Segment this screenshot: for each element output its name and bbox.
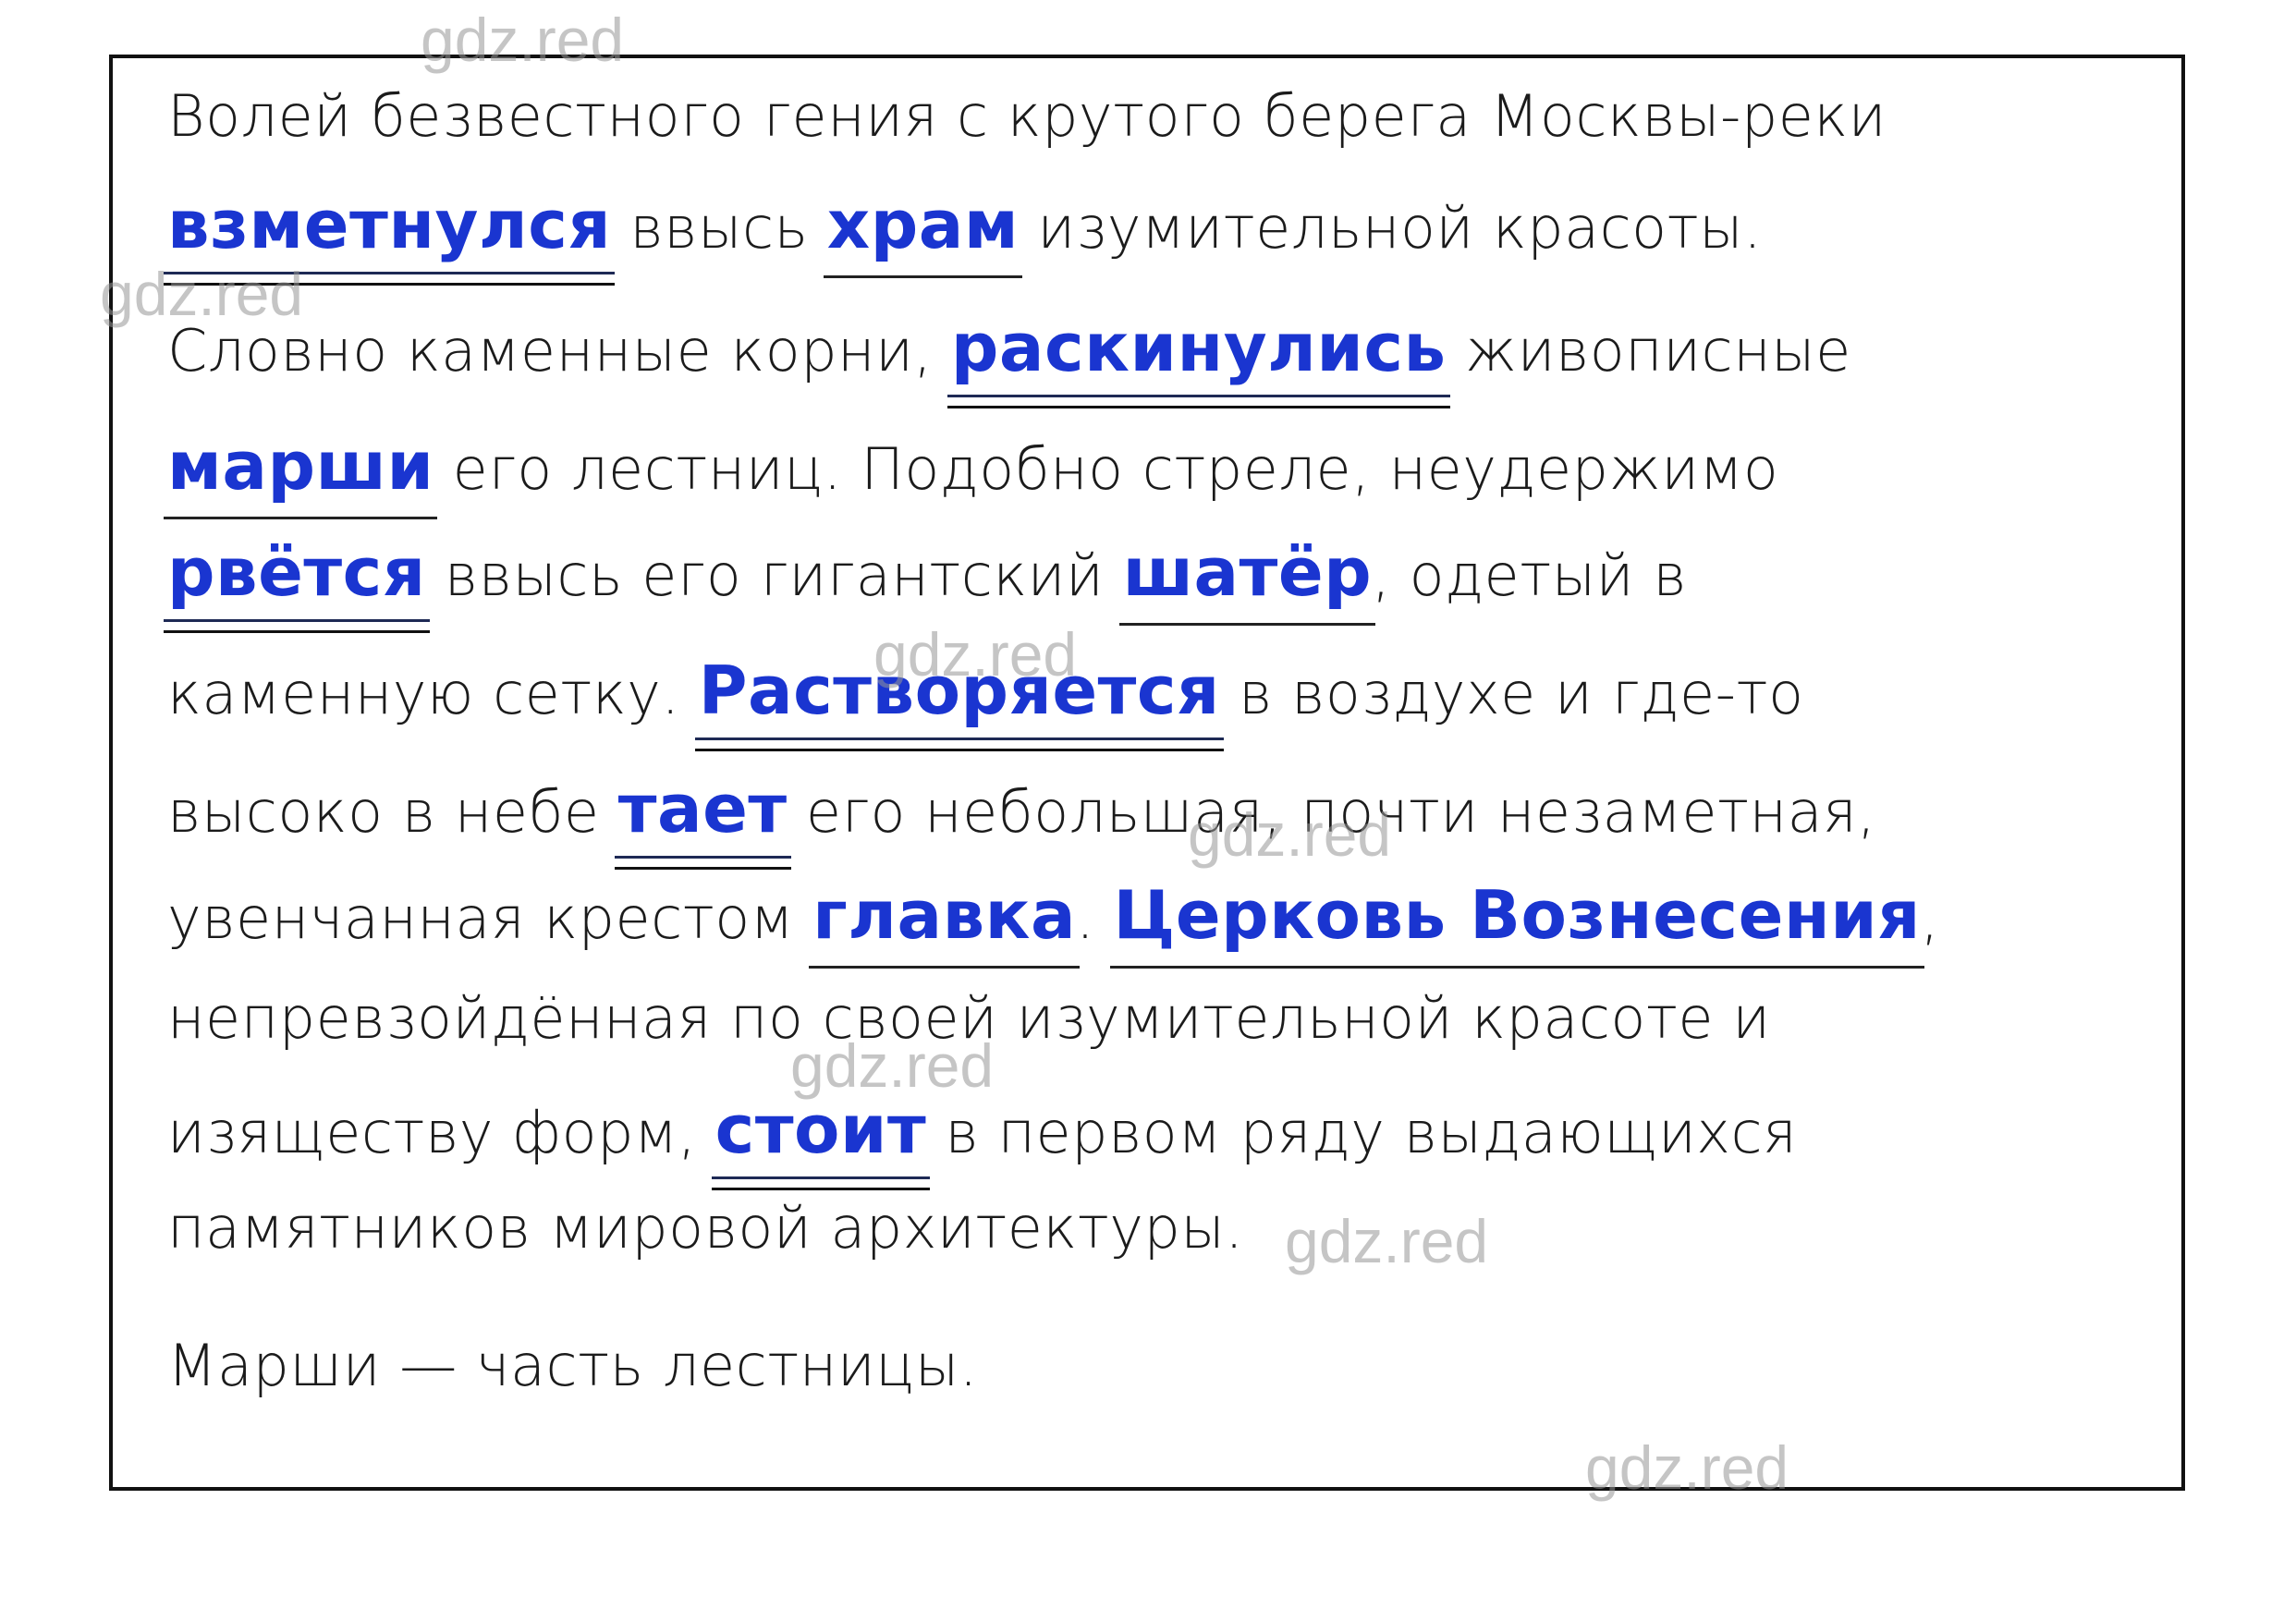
text-fragment: увенчанная крестом <box>167 884 813 952</box>
watermark: gdz.red <box>421 6 625 74</box>
predicate-word: взметнулся <box>163 186 616 286</box>
text-line: взметнулся ввысь храм изумительной красо… <box>163 186 1762 286</box>
text-line: изяществу форм, стоит в первом ряду выда… <box>167 1091 1798 1190</box>
subject-word: главка <box>809 876 1081 969</box>
text-fragment: Марши — часть лестницы. <box>167 1332 979 1399</box>
text-fragment: в воздухе и где-то <box>1219 660 1804 727</box>
text-fragment: живописные <box>1446 317 1851 384</box>
text-fragment: Волей безвестного гения с крутого берега… <box>167 82 1887 150</box>
text-line: увенчанная крестом главка. Церковь Возне… <box>167 876 1939 969</box>
subject-word: марши <box>163 427 438 519</box>
predicate-word: стоит <box>711 1091 930 1190</box>
text-line: Марши — часть лестницы. <box>167 1337 978 1395</box>
text-line: высоко в небе тает его небольшая, почти … <box>167 770 1875 870</box>
watermark: gdz.red <box>873 620 1078 689</box>
predicate-word: раскинулись <box>946 309 1450 408</box>
subject-word: Церковь Вознесения <box>1109 876 1925 969</box>
text-frame <box>109 55 2185 1491</box>
watermark: gdz.red <box>100 260 304 328</box>
text-fragment: . <box>1076 884 1114 952</box>
text-fragment: , <box>1920 884 1940 952</box>
text-fragment: , одетый в <box>1372 542 1688 609</box>
text-fragment: в первом ряду выдающихся <box>926 1099 1798 1166</box>
subject-word: шатёр <box>1118 533 1375 626</box>
watermark: gdz.red <box>1585 1433 1789 1502</box>
text-line: памятников мировой архитектуры. <box>167 1200 1243 1257</box>
text-fragment: ввысь его гигантский <box>425 542 1123 609</box>
text-fragment: изумительной красоты. <box>1019 194 1763 262</box>
text-line: марши его лестниц. Подобно стреле, неуде… <box>163 427 1778 519</box>
watermark: gdz.red <box>1285 1207 1489 1275</box>
predicate-word: тает <box>614 770 791 870</box>
text-line: Волей безвестного гения с крутого берега… <box>167 88 1887 145</box>
text-fragment: его лестниц. Подобно стреле, неудержимо <box>434 435 1779 503</box>
predicate-word: рвётся <box>164 533 430 633</box>
text-fragment: изяществу форм, <box>167 1099 715 1166</box>
text-fragment: ввысь <box>611 194 827 262</box>
subject-word: храм <box>823 186 1023 278</box>
watermark: gdz.red <box>1188 800 1392 869</box>
text-fragment: каменную сетку. <box>167 660 699 727</box>
text-line: рвётся ввысь его гигантский шатёр, одеты… <box>164 533 1687 633</box>
text-fragment: памятников мировой архитектуры. <box>167 1194 1244 1262</box>
text-line: Словно каменные корни, раскинулись живоп… <box>167 309 1851 408</box>
text-fragment: высоко в небе <box>167 778 618 846</box>
watermark: gdz.red <box>790 1031 995 1100</box>
